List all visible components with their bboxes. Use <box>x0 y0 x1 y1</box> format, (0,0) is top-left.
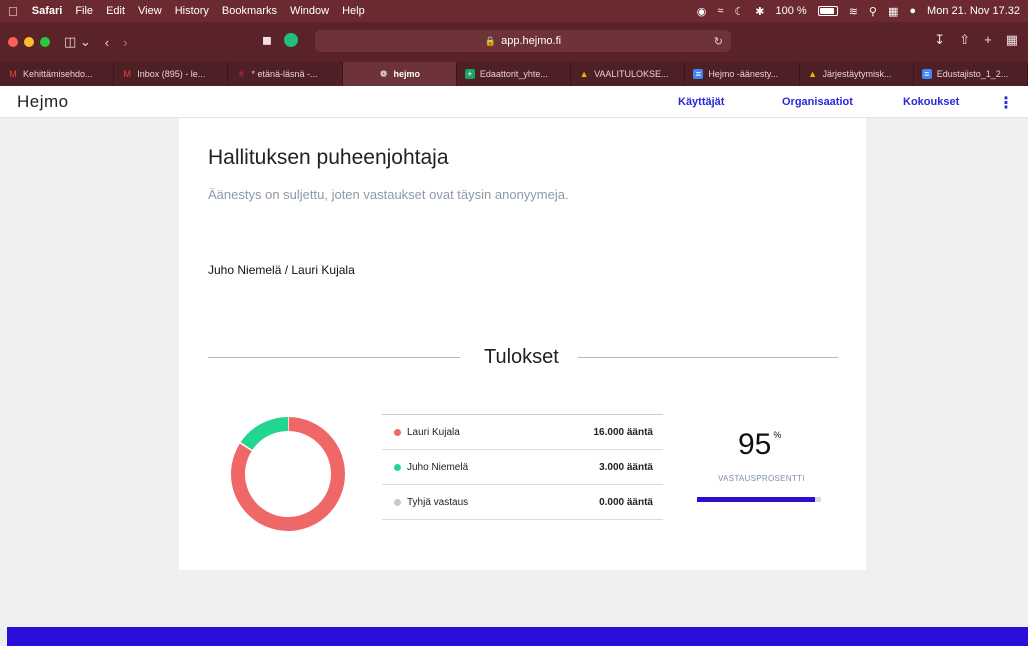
browser-tab-3[interactable]: ❁ hejmo <box>342 62 457 86</box>
record-icon[interactable]: ◉ <box>697 5 707 18</box>
control-center-icon[interactable]: ▦ <box>888 5 898 18</box>
divider <box>208 357 460 358</box>
poll-title: Hallituksen puheenjohtaja <box>208 146 449 169</box>
minimize-window-button[interactable] <box>24 37 34 47</box>
menubar-clock[interactable]: Mon 21. Nov 17.32 <box>927 5 1020 17</box>
back-icon[interactable]: ‹ <box>105 35 109 50</box>
hejmo-icon: ❁ <box>379 69 388 79</box>
legend-row-blank-vote: Tyhjä vastaus 0.000 ääntä <box>382 485 663 520</box>
menu-view[interactable]: View <box>138 5 162 17</box>
address-bar-url: app.hejmo.fi <box>501 35 562 47</box>
bluetooth-icon[interactable]: ✱ <box>755 5 764 18</box>
window-controls <box>8 37 50 47</box>
drive-icon: ▲ <box>808 69 817 79</box>
legend-name: Tyhjä vastaus <box>407 496 469 508</box>
legend-row-lauri-kujala: Lauri Kujala 16.000 ääntä <box>382 415 663 450</box>
share-icon[interactable]: ⇧ <box>959 32 970 48</box>
legend-dot <box>394 498 401 506</box>
grammarly-extension-icon[interactable] <box>284 33 298 47</box>
menu-help[interactable]: Help <box>342 5 365 17</box>
divider <box>578 357 838 358</box>
page-footer <box>7 627 1028 646</box>
sidebar-toggle-icon[interactable]: ◫ ⌄ <box>64 34 91 50</box>
wifi-icon[interactable]: ≋ <box>849 5 858 18</box>
siri-icon[interactable]: ● <box>909 5 916 17</box>
moon-icon[interactable]: ☾ <box>734 5 744 18</box>
legend-votes: 3.000 ääntä <box>599 461 653 473</box>
more-menu-icon[interactable]: ⋮ <box>998 93 1014 113</box>
toolbar-actions: ↧ ⇧ + ▦ <box>934 32 1018 48</box>
turnout-percent: 95% <box>738 428 781 462</box>
legend-name: Juho Niemelä <box>407 461 469 473</box>
apple-icon[interactable]:  <box>8 4 18 19</box>
nav-organizations[interactable]: Organisaatiot <box>782 96 853 108</box>
donut-slice-1 <box>240 417 289 451</box>
new-tab-icon[interactable]: + <box>984 32 992 48</box>
zoom-window-button[interactable] <box>40 37 50 47</box>
turnout-progress-bar <box>697 497 821 502</box>
browser-tab-1[interactable]: M Inbox (895) - le... <box>114 62 229 86</box>
battery-icon[interactable] <box>817 6 838 16</box>
drive-icon: ▲ <box>579 69 589 79</box>
browser-tab-6[interactable]: ≡ Hejmo -äänesty... <box>685 62 800 86</box>
legend-name: Lauri Kujala <box>407 426 460 438</box>
browser-tab-7[interactable]: ▲ Järjestäytymisk... <box>800 62 914 86</box>
downloads-icon[interactable]: ↧ <box>934 32 945 48</box>
battery-percent: 100 % <box>775 5 807 17</box>
legend-dot <box>394 428 401 436</box>
reload-icon[interactable]: ↻ <box>714 35 723 48</box>
gmail-icon: M <box>9 69 17 79</box>
menu-bookmarks[interactable]: Bookmarks <box>222 5 277 17</box>
menu-file[interactable]: File <box>75 5 93 17</box>
menubar-status: ◉ ≈ ☾ ✱ 100 % ≋ ⚲ ▦ ● Mon 21. Nov 17.32 <box>697 5 1020 18</box>
privacy-shield-icon[interactable]: ◼ <box>262 33 272 47</box>
legend-votes: 16.000 ääntä <box>593 426 654 438</box>
turnout-progress-fill <box>697 497 815 502</box>
brand-logo[interactable]: Hejmo <box>17 92 69 112</box>
legend-votes: 0.000 ääntä <box>599 496 653 508</box>
menu-edit[interactable]: Edit <box>106 5 125 17</box>
menu-history[interactable]: History <box>175 5 209 17</box>
app-header: Hejmo Käyttäjät Organisaatiot Kokoukset … <box>0 86 1028 118</box>
close-window-button[interactable] <box>8 37 18 47</box>
browser-tab-4[interactable]: + Edaattorit_yhte... <box>457 62 572 86</box>
forward-icon[interactable]: › <box>123 35 127 50</box>
gmail-icon: M <box>123 69 131 79</box>
tab-overview-icon[interactable]: ▦ <box>1006 32 1018 48</box>
browser-tab-2[interactable]: # * etänä-läsnä -... <box>228 62 343 86</box>
browser-tab-8[interactable]: ≡ Edustajisto_1_2... <box>914 62 1028 86</box>
wifi-off-icon[interactable]: ≈ <box>717 5 723 17</box>
nav-meetings[interactable]: Kokoukset <box>903 96 959 108</box>
turnout-label: VASTAUSPROSENTTI <box>718 474 805 483</box>
nav-users[interactable]: Käyttäjät <box>678 96 724 108</box>
legend-row-juho-niemela: Juho Niemelä 3.000 ääntä <box>382 450 663 485</box>
browser-tab-5[interactable]: ▲ VAALITULOKSE... <box>571 62 686 86</box>
poll-option: Juho Niemelä / Lauri Kujala <box>208 263 355 277</box>
sheets-icon: + <box>464 69 475 79</box>
results-legend: Lauri Kujala 16.000 ääntä Juho Niemelä 3… <box>382 414 663 520</box>
results-heading: Tulokset <box>484 346 559 368</box>
docs-icon: ≡ <box>693 69 704 79</box>
menu-app-safari[interactable]: Safari <box>32 5 63 17</box>
legend-dot <box>394 463 401 471</box>
browser-tab-0[interactable]: M Kehittämisehdo... <box>0 62 115 86</box>
browser-tab-bar: M Kehittämisehdo... M Inbox (895) - le... … <box>0 62 1028 86</box>
poll-subtitle: Äänestys on suljettu, joten vastaukset o… <box>208 187 569 202</box>
turnout-value: 95 <box>738 428 772 461</box>
spotlight-search-icon[interactable]: ⚲ <box>869 5 877 18</box>
slack-icon: # <box>238 69 244 79</box>
macos-menubar:  Safari File Edit View History Bookmark… <box>0 0 1028 22</box>
browser-toolbar: ◫ ⌄ ‹ › ◼ 🔒 app.hejmo.fi ↻ ↧ ⇧ + ▦ <box>0 22 1028 62</box>
turnout-unit: % <box>773 430 782 440</box>
address-bar[interactable]: 🔒 app.hejmo.fi ↻ <box>315 30 731 52</box>
lock-icon: 🔒 <box>484 35 497 46</box>
results-donut-chart <box>231 417 345 531</box>
docs-icon: ≡ <box>921 69 932 79</box>
menu-window[interactable]: Window <box>290 5 329 17</box>
